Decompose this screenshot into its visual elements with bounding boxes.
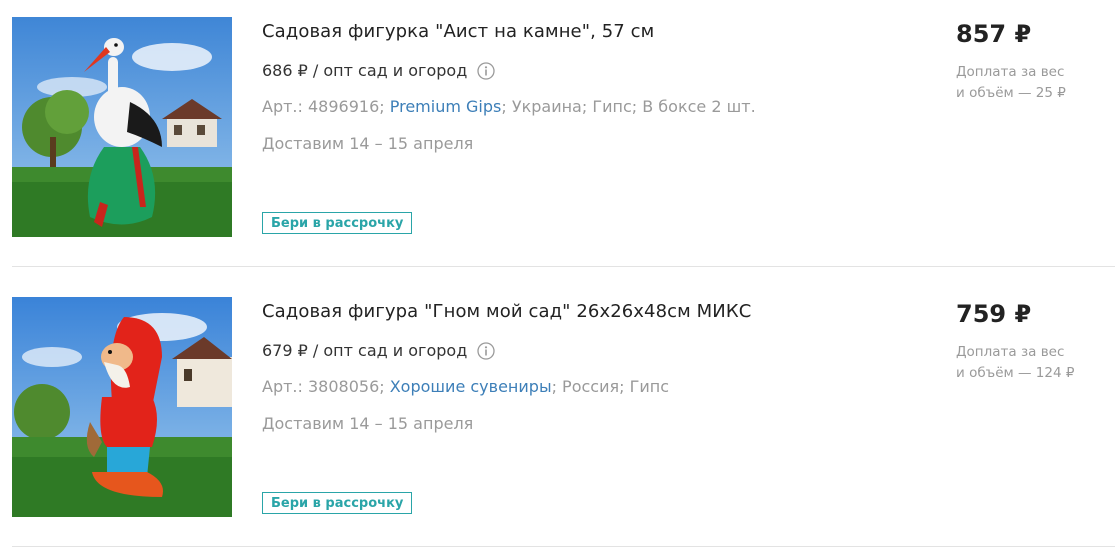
installment-button[interactable]: Бери в рассрочку (262, 492, 413, 514)
sku-prefix: Арт.: 3808056; (262, 377, 390, 396)
stork-figurine-image (12, 17, 232, 237)
sku-suffix: ; Украина; Гипс; В боксе 2 шт. (501, 97, 756, 116)
wholesale-price: 686 ₽ / опт сад и огород (262, 61, 495, 80)
info-circle-icon[interactable] (477, 341, 495, 360)
sku-suffix: ; Россия; Гипс (551, 377, 669, 396)
installment-button[interactable]: Бери в рассрочку (262, 212, 413, 234)
product-price: 857 ₽ (956, 20, 1032, 48)
product-title[interactable]: Садовая фигура "Гном мой сад" 26х26х48см… (262, 301, 751, 322)
surcharge-line-1: Доплата за вес (956, 344, 1065, 360)
divider (12, 546, 1115, 547)
wholesale-price-text: 686 ₽ / опт сад и огород (262, 61, 468, 80)
gnome-figurine-image (12, 297, 232, 517)
delivery-date: Доставим 14 – 15 апреля (262, 414, 474, 433)
product-price: 759 ₽ (956, 300, 1032, 328)
product-meta: Арт.: 3808056; Хорошие сувениры; Россия;… (262, 377, 669, 396)
wholesale-price-text: 679 ₽ / опт сад и огород (262, 341, 468, 360)
sku-prefix: Арт.: 4896916; (262, 97, 390, 116)
delivery-date: Доставим 14 – 15 апреля (262, 134, 474, 153)
divider (12, 266, 1115, 267)
product-image-stork[interactable] (12, 17, 232, 237)
wholesale-price: 679 ₽ / опт сад и огород (262, 341, 495, 360)
product-image-gnome[interactable] (12, 297, 232, 517)
info-circle-icon[interactable] (477, 61, 495, 80)
surcharge-note: Доплата за вес и объём — 25 ₽ (956, 62, 1096, 104)
brand-link[interactable]: Premium Gips (390, 97, 502, 116)
surcharge-note: Доплата за вес и объём — 124 ₽ (956, 342, 1096, 384)
surcharge-line-2: и объём — 124 ₽ (956, 365, 1075, 381)
product-title[interactable]: Садовая фигурка "Аист на камне", 57 см (262, 21, 654, 42)
surcharge-line-2: и объём — 25 ₽ (956, 85, 1066, 101)
surcharge-line-1: Доплата за вес (956, 64, 1065, 80)
product-meta: Арт.: 4896916; Premium Gips; Украина; Ги… (262, 97, 756, 116)
brand-link[interactable]: Хорошие сувениры (390, 377, 552, 396)
